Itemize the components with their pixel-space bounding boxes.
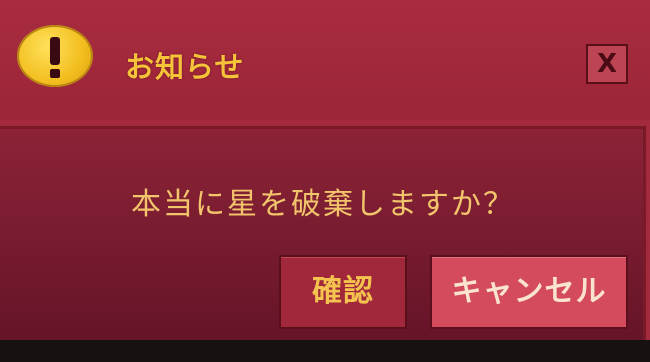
dialog-title-bar: お知らせ X: [0, 0, 650, 120]
warning-icon: [17, 25, 93, 87]
close-icon: X: [596, 49, 618, 79]
exclamation-dot: [50, 69, 60, 78]
background-app: [0, 340, 650, 362]
notice-dialog: お知らせ X 本当に星を破棄しますか？ 確認 キャンセル: [0, 0, 650, 362]
dialog-content: 本当に星を破棄しますか？ 確認 キャンセル: [0, 126, 646, 340]
exclamation-bar: [50, 37, 60, 65]
confirm-button[interactable]: 確認: [279, 255, 407, 329]
cancel-button[interactable]: キャンセル: [430, 255, 628, 329]
confirm-message: 本当に星を破棄しますか？: [131, 187, 515, 222]
close-button[interactable]: X: [586, 44, 628, 84]
dialog-title: お知らせ: [125, 50, 245, 84]
